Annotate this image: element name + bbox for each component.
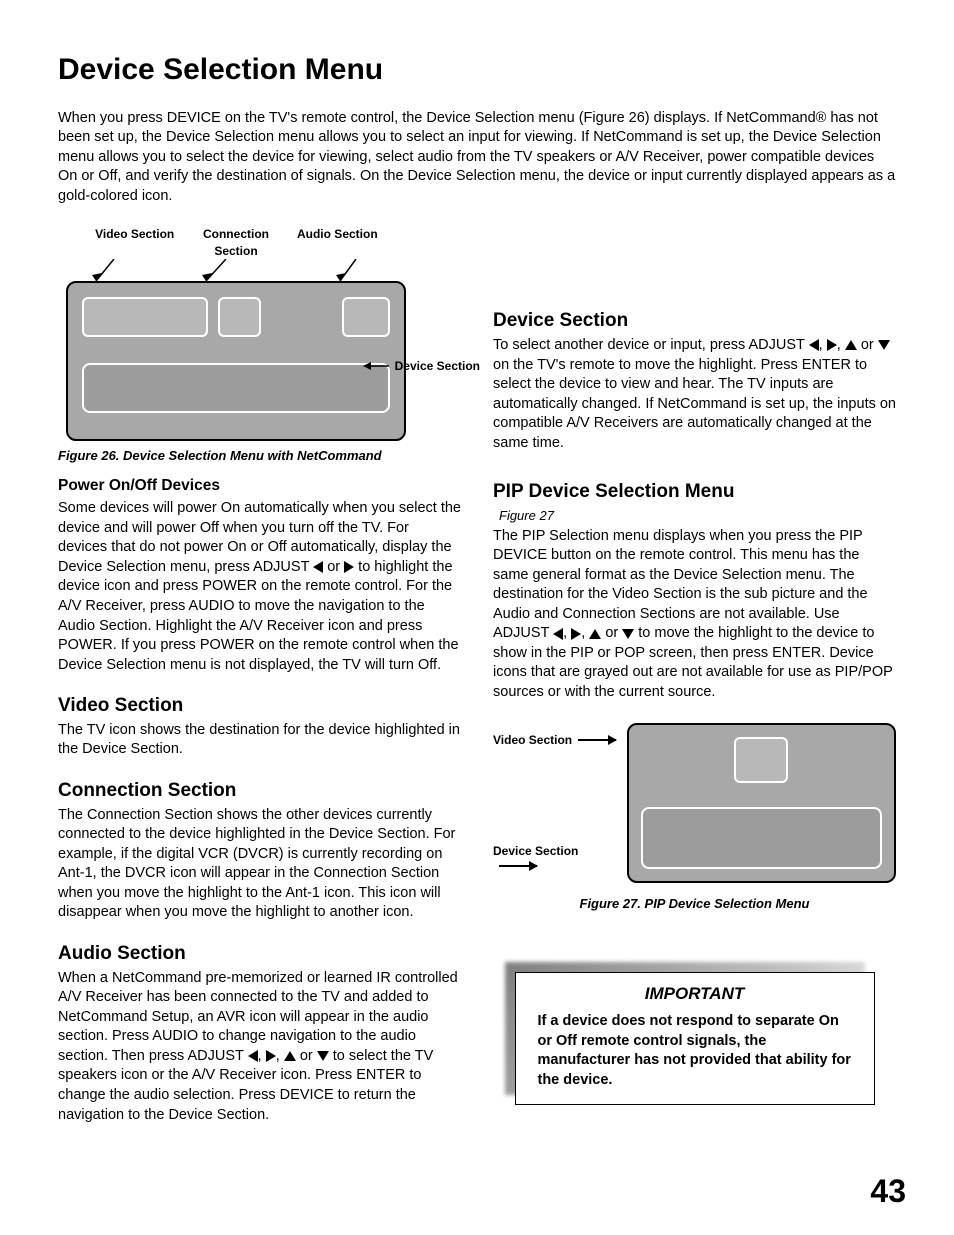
figure-27-caption: Figure 27. PIP Device Selection Menu: [493, 895, 896, 913]
page-title: Device Selection Menu: [58, 50, 896, 91]
arrow-right-icon: [499, 865, 537, 867]
video-heading: Video Section: [58, 693, 461, 719]
pip-body: The PIP Selection menu displays when you…: [493, 527, 896, 703]
right-arrow-icon: [344, 561, 354, 573]
down-arrow-icon: [317, 1051, 329, 1061]
left-arrow-icon: [248, 1050, 258, 1062]
right-arrow-icon: [266, 1050, 276, 1062]
left-arrow-icon: [809, 339, 819, 351]
left-arrow-icon: [553, 628, 563, 640]
right-arrow-icon: [827, 339, 837, 351]
right-arrow-icon: [571, 628, 581, 640]
fig27-label-video: Video Section: [493, 733, 572, 747]
important-title: IMPORTANT: [538, 983, 852, 1006]
fig27-label-device: Device Section: [493, 844, 578, 858]
pip-subcaption: Figure 27: [499, 507, 896, 525]
page-number: 43: [870, 1170, 906, 1213]
connection-body: The Connection Section shows the other d…: [58, 806, 461, 923]
up-arrow-icon: [284, 1051, 296, 1061]
video-body: The TV icon shows the destination for th…: [58, 721, 461, 760]
audio-body: When a NetCommand pre-memorized or learn…: [58, 969, 461, 1126]
fig26-label-video: Video Section: [84, 226, 185, 258]
device-body: To select another device or input, press…: [493, 336, 896, 453]
power-body: Some devices will power On automatically…: [58, 499, 461, 675]
down-arrow-icon: [878, 340, 890, 350]
up-arrow-icon: [589, 629, 601, 639]
pip-heading: PIP Device Selection Menu: [493, 479, 896, 505]
connection-heading: Connection Section: [58, 778, 461, 804]
intro-paragraph: When you press DEVICE on the TV's remote…: [58, 109, 896, 207]
fig26-label-audio: Audio Section: [287, 226, 388, 258]
left-arrow-icon: [313, 561, 323, 573]
arrow-right-icon: [578, 739, 616, 741]
fig26-label-connection: Connection Section: [185, 226, 286, 258]
figure-26: Video Section Connection Section Audio S…: [66, 226, 406, 440]
figure-27: Video Section Device Section: [493, 717, 896, 889]
figure-26-caption: Figure 26. Device Selection Menu with Ne…: [58, 447, 461, 465]
down-arrow-icon: [622, 629, 634, 639]
important-callout: IMPORTANT If a device does not respond t…: [515, 972, 875, 1105]
fig26-label-device: Device Section: [395, 358, 480, 374]
power-heading: Power On/Off Devices: [58, 476, 461, 497]
audio-heading: Audio Section: [58, 941, 461, 967]
up-arrow-icon: [845, 340, 857, 350]
device-heading: Device Section: [493, 308, 896, 334]
important-body: If a device does not respond to separate…: [538, 1012, 852, 1090]
